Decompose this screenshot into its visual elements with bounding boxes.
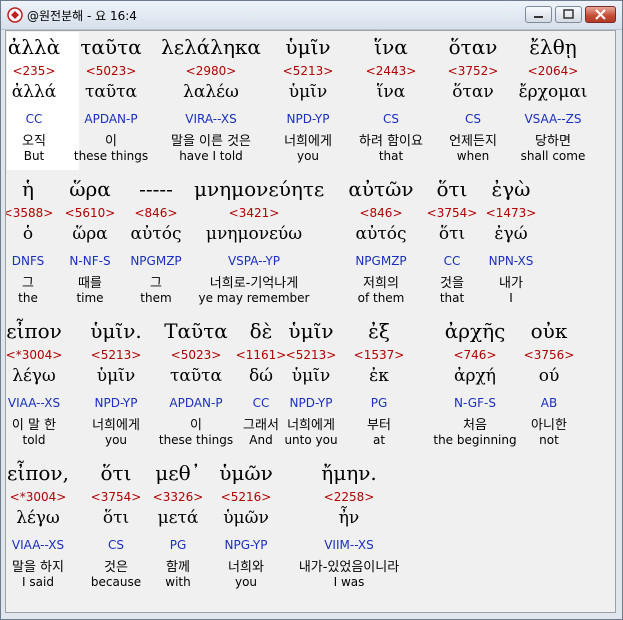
window-title: @원전분해 - 요 16:4 [27, 9, 137, 23]
greek-word[interactable]: ἤμην. [289, 461, 409, 487]
lemma: μνημονεύω [205, 224, 303, 244]
close-icon [595, 9, 606, 20]
english-gloss: I [509, 291, 513, 305]
english-gloss: not [539, 433, 559, 447]
strong-number: <3756> [523, 348, 575, 362]
english-gloss: shall come [520, 149, 586, 163]
app-window: @원전분해 - 요 16:4 ἀλλὰ <235> ἀλλά CC 오직 But ταῦτα… [0, 0, 623, 620]
strong-number: <2258> [323, 490, 375, 504]
greek-word[interactable]: ὑμῶν [186, 461, 306, 487]
parsing-code: VSPA--YP [227, 254, 281, 268]
interlinear-panel[interactable]: ἀλλὰ <235> ἀλλά CC 오직 But ταῦτα <5023> ταῦτα APDA… [5, 30, 616, 613]
lemma: ἐγώ [494, 224, 528, 244]
parsing-code: AB [540, 396, 558, 410]
title-bar[interactable]: @원전분해 - 요 16:4 [1, 1, 622, 30]
korean-gloss: 내가-있었음이니라 [298, 560, 400, 575]
app-icon [7, 7, 23, 23]
strong-number: <1473> [485, 206, 537, 220]
lemma: ἔρχομαι [518, 82, 588, 102]
lemma: ὑμῶν [223, 508, 269, 528]
korean-gloss: 내가 [499, 276, 523, 291]
minimize-button[interactable] [525, 6, 552, 23]
parsing-code: NPN-XS [488, 254, 534, 268]
strong-number: <2064> [527, 64, 579, 78]
english-gloss: I was [333, 575, 365, 589]
close-button[interactable] [585, 6, 616, 23]
korean-gloss: 너희와 [228, 560, 264, 575]
maximize-icon [563, 9, 574, 19]
korean-gloss: 너희로-기억나게 [209, 276, 299, 291]
minimize-icon [534, 16, 543, 18]
korean-gloss: 당하면 [535, 134, 571, 149]
lemma: ού [538, 366, 560, 386]
parsing-code: NPG-YP [224, 538, 268, 552]
maximize-button[interactable] [555, 6, 582, 23]
strong-number: <3421> [228, 206, 280, 220]
strong-number: <5216> [220, 490, 272, 504]
greek-word[interactable]: οὐκ [489, 319, 609, 345]
english-gloss: ye may remember [198, 291, 310, 305]
parsing-code: VIIM--XS [324, 538, 374, 552]
lemma: ἦν [338, 508, 360, 528]
greek-word[interactable]: ἐγὼ [451, 177, 571, 203]
greek-word[interactable]: ἔλθῃ [493, 35, 613, 61]
english-gloss: you [234, 575, 258, 589]
korean-gloss: 아니한 [531, 418, 567, 433]
parsing-code: VSAA--ZS [524, 112, 582, 126]
greek-word[interactable]: μνημονεύητε [194, 177, 324, 203]
